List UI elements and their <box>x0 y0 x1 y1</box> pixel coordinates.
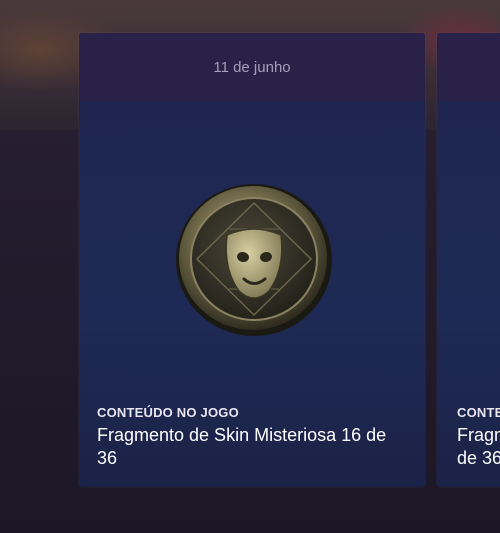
card-title-line-2: de 36 <box>457 448 500 468</box>
card-title: Fragmento de Skin Misteriosa 16 de 36 <box>97 425 387 468</box>
theater-mask-coin-icon <box>176 184 332 336</box>
card-title-next: Fragm de 36 <box>457 424 500 470</box>
card-title-line-1: Fragm <box>457 425 500 445</box>
card-date: 11 de junho <box>79 33 425 101</box>
reward-card-next[interactable]: CONTE Fragm de 36 <box>437 33 500 487</box>
card-date-next <box>437 33 500 101</box>
card-category: CONTEÚDO NO JOGO <box>97 405 239 420</box>
reward-card[interactable]: 11 de junho CONTEÚDO NO JOGO Fragmento d… <box>79 33 425 487</box>
card-category-next: CONTE <box>457 405 500 420</box>
